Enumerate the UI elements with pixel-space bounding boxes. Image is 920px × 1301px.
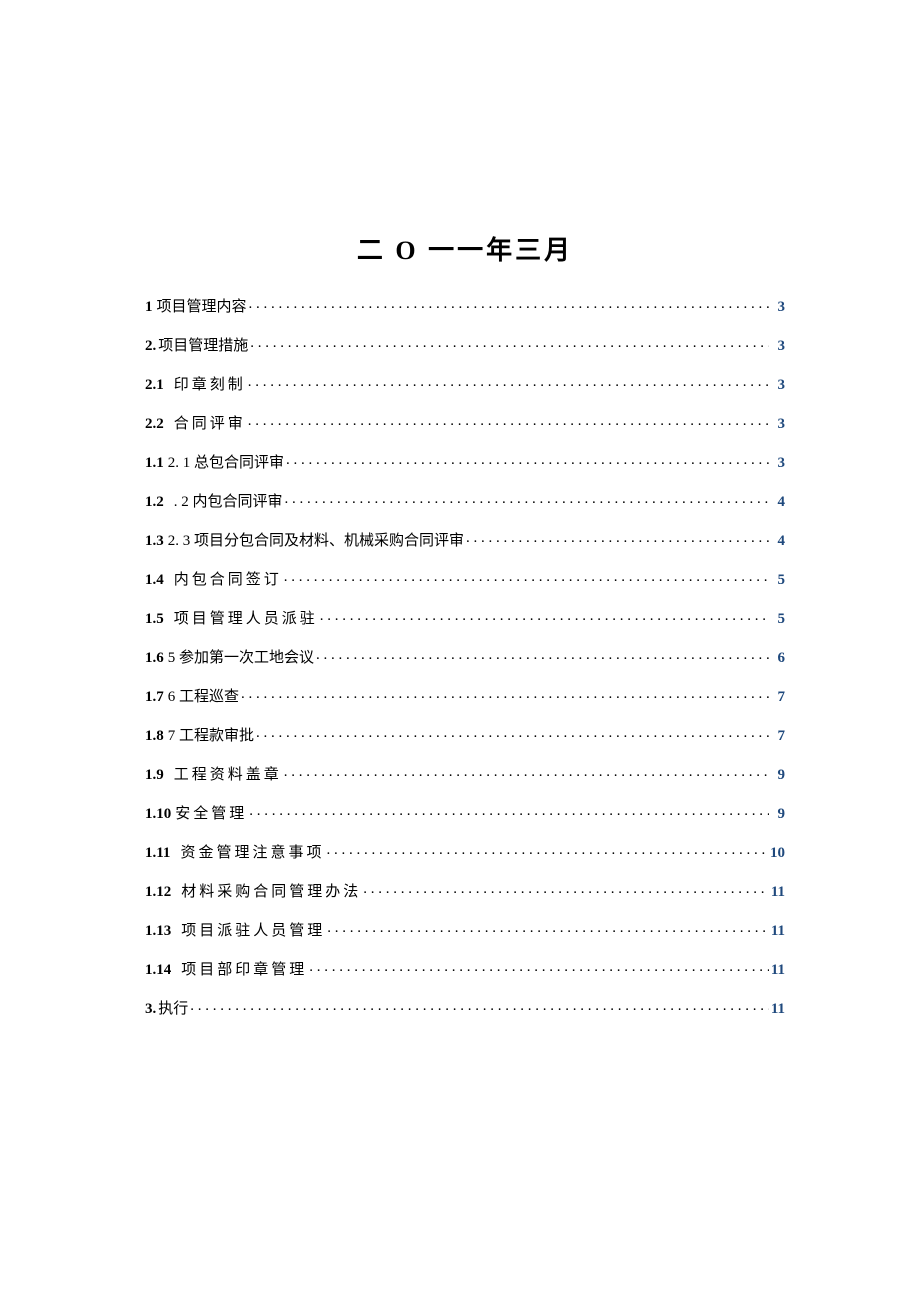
- toc-leader-dots: [249, 296, 769, 311]
- toc-entry-page: 6: [771, 650, 785, 667]
- toc-entry-number: 1.13: [145, 923, 171, 940]
- toc-entry-number: 2.1: [145, 377, 164, 394]
- toc-entry-page: 11: [771, 884, 785, 901]
- toc-entry-title: 资金管理注意事项: [172, 841, 324, 862]
- toc-entry-number: 1.1: [145, 455, 164, 472]
- toc-entry-title: 安全管理: [173, 802, 247, 823]
- toc-leader-dots: [286, 452, 769, 467]
- toc-entry-title: 执行: [158, 997, 188, 1018]
- toc-entry[interactable]: 1.5项目管理人员派驻 5: [145, 607, 785, 628]
- toc-entry[interactable]: 1.9工程资料盖章 9: [145, 763, 785, 784]
- toc-entry[interactable]: 3.执行 11: [145, 997, 785, 1018]
- toc-entry[interactable]: 2.1印章刻制 3: [145, 373, 785, 394]
- toc-entry[interactable]: 1.10安全管理 9: [145, 802, 785, 823]
- toc-entry-number: 1.5: [145, 611, 164, 628]
- toc-entry[interactable]: 1.4内包合同签订 5: [145, 568, 785, 589]
- toc-entry[interactable]: 1.12. 1 总包合同评审 3: [145, 451, 785, 472]
- toc-entry-page: 11: [771, 962, 785, 979]
- toc-leader-dots: [466, 530, 769, 545]
- toc-entry-title: 项目派驻人员管理: [173, 919, 325, 940]
- toc-entry-title: 5 参加第一次工地会议: [166, 646, 314, 667]
- toc-entry-page: 5: [771, 611, 785, 628]
- toc-entry-page: 3: [771, 377, 785, 394]
- toc-entry-title: 项目管理措施: [158, 334, 248, 355]
- toc-leader-dots: [363, 881, 769, 896]
- toc-entry-page: 11: [771, 923, 785, 940]
- toc-entry-number: 2.: [145, 338, 156, 355]
- toc-entry[interactable]: 1.13项目派驻人员管理 11: [145, 919, 785, 940]
- toc-entry-title: 2. 3 项目分包合同及材料、机械采购合同评审: [166, 529, 464, 550]
- toc-entry[interactable]: 1项目管理内容 3: [145, 295, 785, 316]
- toc-leader-dots: [284, 569, 769, 584]
- toc-leader-dots: [190, 998, 769, 1013]
- toc-entry-title: 合同评审: [166, 412, 246, 433]
- toc-entry-number: 1.10: [145, 806, 171, 823]
- toc-leader-dots: [309, 959, 769, 974]
- table-of-contents: 1项目管理内容32.项目管理措施32.1印章刻制32.2合同评审31.12. 1…: [145, 295, 785, 1018]
- toc-entry-title: 项目部印章管理: [173, 958, 307, 979]
- toc-entry-page: 7: [771, 689, 785, 706]
- toc-entry[interactable]: 2.2合同评审 3: [145, 412, 785, 433]
- toc-entry-number: 1.14: [145, 962, 171, 979]
- toc-entry-page: 7: [771, 728, 785, 745]
- toc-entry-page: 4: [771, 533, 785, 550]
- toc-entry-number: 2.2: [145, 416, 164, 433]
- toc-entry-page: 11: [771, 1001, 785, 1018]
- toc-entry-title: 项目管理内容: [155, 295, 247, 316]
- toc-entry[interactable]: 1.11资金管理注意事项 10: [145, 841, 785, 862]
- toc-entry-title: 印章刻制: [166, 373, 246, 394]
- toc-entry-page: 3: [771, 455, 785, 472]
- toc-entry[interactable]: 1.87 工程款审批 7: [145, 724, 785, 745]
- toc-entry-page: 9: [771, 767, 785, 784]
- toc-entry-title: . 2 内包合同评审: [166, 490, 283, 511]
- toc-entry-page: 5: [771, 572, 785, 589]
- toc-entry-page: 4: [771, 494, 785, 511]
- toc-entry-number: 1.11: [145, 845, 170, 862]
- toc-entry-number: 1.7: [145, 689, 164, 706]
- toc-entry[interactable]: 1.65 参加第一次工地会议 6: [145, 646, 785, 667]
- toc-entry-number: 1.4: [145, 572, 164, 589]
- toc-leader-dots: [248, 413, 769, 428]
- toc-entry[interactable]: 1.14项目部印章管理 11: [145, 958, 785, 979]
- toc-leader-dots: [285, 491, 769, 506]
- toc-entry-title: 项目管理人员派驻: [166, 607, 318, 628]
- toc-leader-dots: [249, 803, 769, 818]
- toc-entry-number: 1.2: [145, 494, 164, 511]
- toc-entry[interactable]: 1.2. 2 内包合同评审 4: [145, 490, 785, 511]
- toc-entry[interactable]: 1.32. 3 项目分包合同及材料、机械采购合同评审 4: [145, 529, 785, 550]
- toc-entry-page: 3: [771, 338, 785, 355]
- toc-entry-page: 10: [770, 845, 785, 862]
- toc-entry-title: 6 工程巡查: [166, 685, 239, 706]
- toc-entry-title: 7 工程款审批: [166, 724, 254, 745]
- toc-entry-title: 2. 1 总包合同评审: [166, 451, 284, 472]
- toc-leader-dots: [320, 608, 769, 623]
- toc-entry-number: 1: [145, 299, 153, 316]
- page-title: 二 O 一一年三月: [145, 230, 785, 267]
- toc-leader-dots: [316, 647, 769, 662]
- toc-entry[interactable]: 1.12材料采购合同管理办法 11: [145, 880, 785, 901]
- toc-entry[interactable]: 1.76 工程巡查 7: [145, 685, 785, 706]
- toc-entry-page: 9: [771, 806, 785, 823]
- toc-leader-dots: [250, 335, 769, 350]
- document-page: 二 O 一一年三月 1项目管理内容32.项目管理措施32.1印章刻制32.2合同…: [0, 0, 920, 1018]
- toc-entry-number: 1.9: [145, 767, 164, 784]
- toc-leader-dots: [241, 686, 769, 701]
- toc-leader-dots: [327, 920, 769, 935]
- toc-entry-title: 材料采购合同管理办法: [173, 880, 361, 901]
- toc-leader-dots: [284, 764, 769, 779]
- toc-entry-number: 1.12: [145, 884, 171, 901]
- toc-leader-dots: [256, 725, 769, 740]
- toc-leader-dots: [326, 842, 768, 857]
- toc-entry-number: 1.6: [145, 650, 164, 667]
- toc-entry-number: 1.8: [145, 728, 164, 745]
- toc-entry[interactable]: 2.项目管理措施 3: [145, 334, 785, 355]
- toc-leader-dots: [248, 374, 769, 389]
- toc-entry-page: 3: [771, 299, 785, 316]
- toc-entry-title: 内包合同签订: [166, 568, 282, 589]
- toc-entry-number: 3.: [145, 1001, 156, 1018]
- toc-entry-number: 1.3: [145, 533, 164, 550]
- toc-entry-title: 工程资料盖章: [166, 763, 282, 784]
- toc-entry-page: 3: [771, 416, 785, 433]
